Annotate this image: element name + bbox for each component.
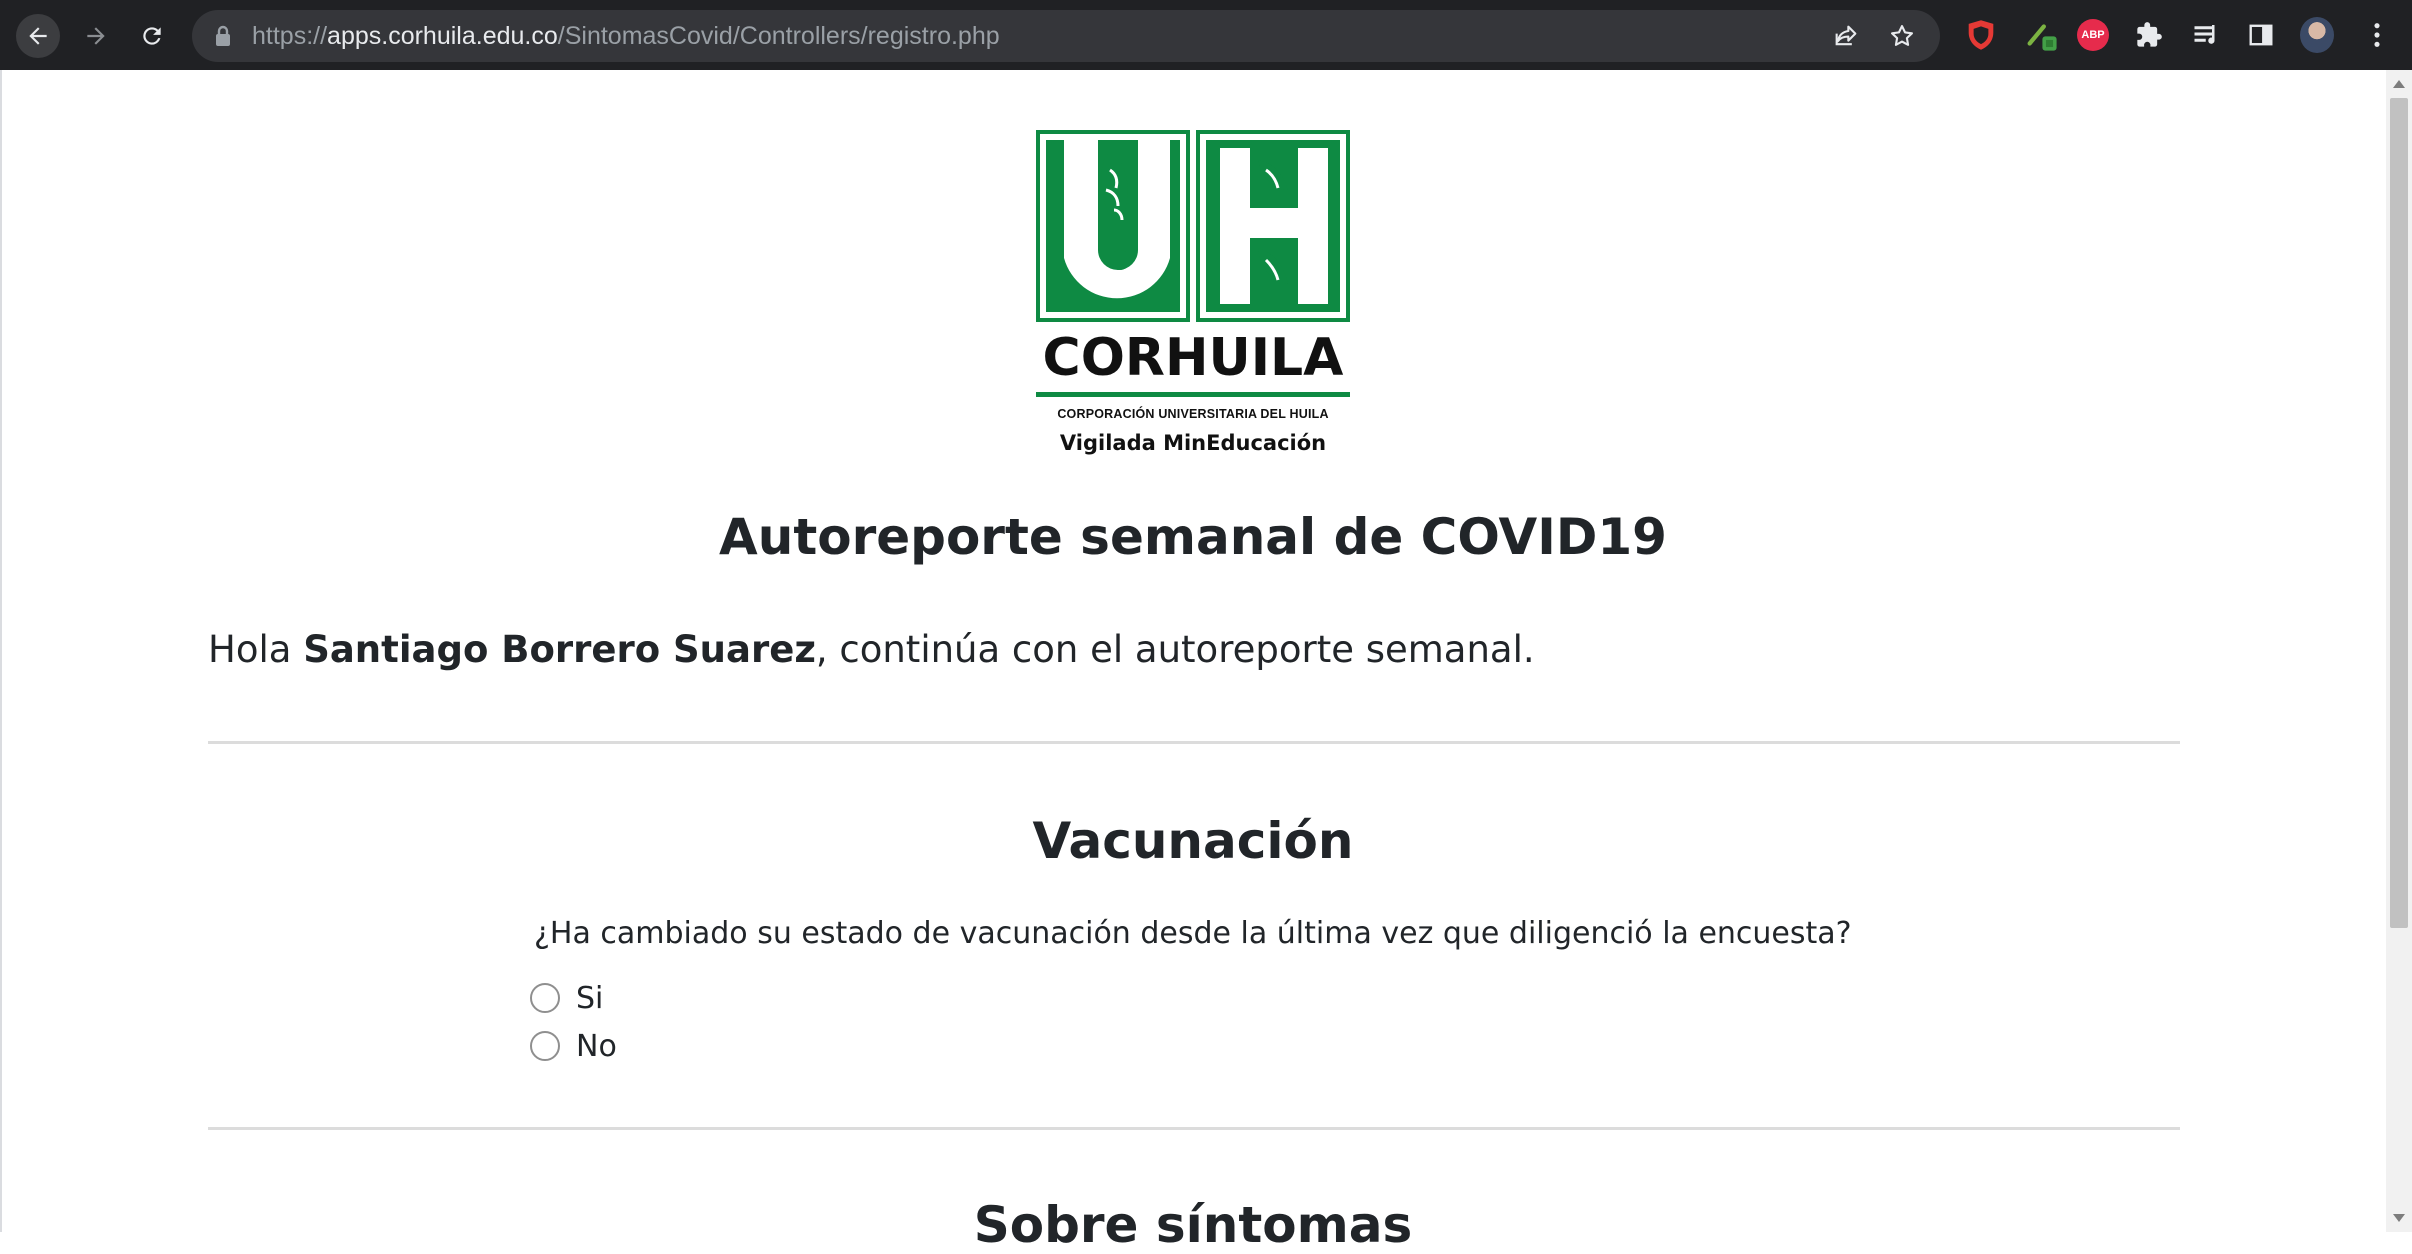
reading-list-icon[interactable]	[2190, 18, 2224, 52]
greeting-text: Hola Santiago Borrero Suarez, continúa c…	[208, 628, 1535, 671]
bookmark-star-icon[interactable]	[1888, 22, 1916, 50]
page-title: Autoreporte semanal de COVID19	[719, 508, 1667, 566]
user-name: Santiago Borrero Suarez	[303, 628, 816, 671]
reload-icon	[143, 27, 161, 45]
corhuila-logo: CORHUILA CORPORACIÓN UNIVERSITARIA DEL H…	[1036, 130, 1350, 455]
greeting-suffix: , continúa con el autoreporte semanal.	[815, 628, 1535, 671]
greeting-prefix: Hola	[208, 628, 304, 671]
symptoms-section-title: Sobre síntomas	[973, 1196, 1413, 1254]
shield-extension-icon[interactable]	[1964, 18, 1998, 52]
side-panel-icon[interactable]	[2244, 18, 2278, 52]
share-icon[interactable]	[1832, 22, 1860, 50]
url-host: apps.corhuila.edu.co	[327, 22, 558, 50]
eyedropper-extension-icon[interactable]	[2024, 18, 2058, 52]
page-scrollbar[interactable]	[2386, 70, 2412, 1232]
section-divider	[208, 1127, 2180, 1130]
url-scheme: https://	[252, 22, 328, 50]
arrow-left-icon	[29, 27, 47, 45]
reload-button[interactable]	[130, 14, 174, 58]
adblock-extension-icon[interactable]: ABP	[2076, 18, 2110, 52]
radio-no-label[interactable]: No	[576, 1029, 617, 1064]
puzzle-extensions-icon[interactable]	[2132, 18, 2166, 52]
browser-toolbar: https://apps.corhuila.edu.co/SintomasCov…	[0, 0, 2412, 70]
logo-wordmark: CORHUILA	[1042, 328, 1344, 388]
logo-divider	[1036, 392, 1350, 397]
uh-emblem-icon	[1036, 130, 1350, 322]
radio-no[interactable]	[530, 1031, 560, 1061]
scroll-down-icon[interactable]	[2393, 1214, 2405, 1222]
abp-label: ABP	[2077, 19, 2109, 51]
scroll-thumb[interactable]	[2390, 98, 2408, 928]
logo-tagline: Vigilada MinEducación	[1059, 431, 1327, 455]
vaccination-section-title: Vacunación	[1032, 812, 1354, 870]
url-path: /SintomasCovid/Controllers/registro.php	[557, 22, 1000, 50]
vaccination-option-si[interactable]: Si	[530, 978, 603, 1018]
vaccination-option-no[interactable]: No	[530, 1026, 617, 1066]
profile-avatar[interactable]	[2300, 17, 2334, 53]
arrow-right-icon	[87, 27, 105, 45]
lock-icon	[214, 25, 232, 51]
forward-button[interactable]	[74, 14, 118, 58]
radio-si-label[interactable]: Si	[576, 981, 603, 1016]
radio-si[interactable]	[530, 983, 560, 1013]
address-bar[interactable]: https://apps.corhuila.edu.co/SintomasCov…	[192, 10, 1940, 62]
back-button[interactable]	[16, 14, 60, 58]
browser-menu-icon[interactable]	[2360, 18, 2394, 52]
logo-subtitle: CORPORACIÓN UNIVERSITARIA DEL HUILA	[1057, 407, 1329, 421]
section-divider	[208, 741, 2180, 744]
url-text[interactable]: https://apps.corhuila.edu.co/SintomasCov…	[252, 10, 1000, 62]
avatar-icon	[2300, 17, 2334, 53]
vaccination-question: ¿Ha cambiado su estado de vacunación des…	[534, 916, 1852, 951]
scroll-up-icon[interactable]	[2393, 80, 2405, 88]
